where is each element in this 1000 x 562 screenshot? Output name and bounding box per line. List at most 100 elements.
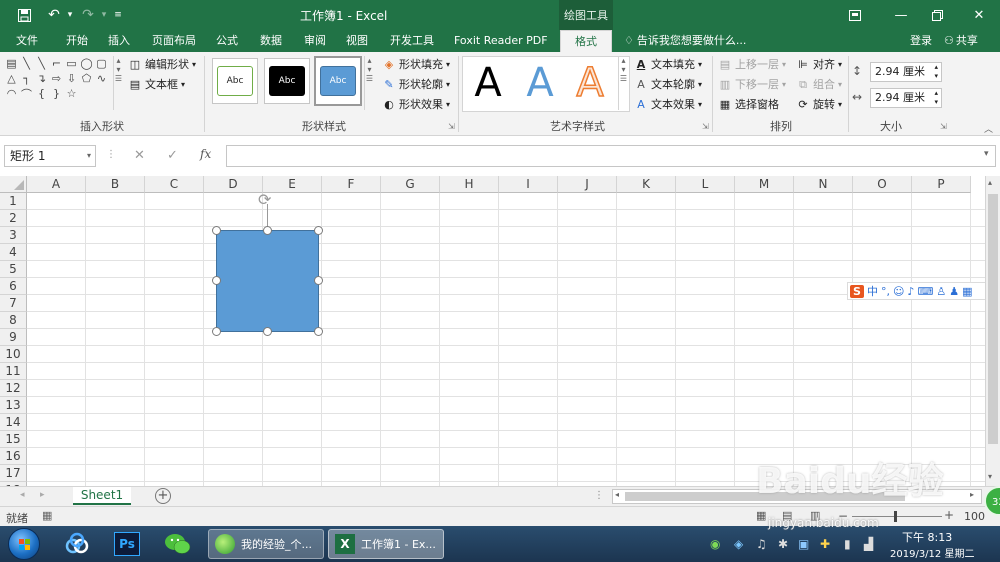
microphone-icon[interactable]: ♪ <box>907 285 914 298</box>
formula-input[interactable] <box>226 145 996 167</box>
edit-shape-button[interactable]: ◫ 编辑形状 ▾ <box>128 56 196 74</box>
text-outline-button[interactable]: A 文本轮廓 ▾ <box>634 76 702 94</box>
ribbon-display-options-icon[interactable] <box>832 0 878 30</box>
resize-handle-top-right[interactable] <box>314 226 323 235</box>
oval-shape-icon[interactable]: ◯ <box>79 56 94 71</box>
curve-shape-icon[interactable]: ⌒ <box>19 86 34 101</box>
resize-handle-bottom[interactable] <box>263 327 272 336</box>
emoji-icon[interactable]: ☺ <box>893 285 904 298</box>
tab-home[interactable]: 开始 <box>62 30 92 52</box>
rectangle-shape[interactable] <box>216 230 319 332</box>
column-header[interactable]: H <box>440 176 499 193</box>
resize-handle-right[interactable] <box>314 276 323 285</box>
zoom-in-icon[interactable]: + <box>944 508 954 522</box>
rotate-button[interactable]: ⟳ 旋转 ▾ <box>796 96 842 114</box>
scroll-down-icon[interactable]: ▾ <box>988 472 992 481</box>
zoom-slider-thumb[interactable] <box>894 511 897 522</box>
dialog-launcher-icon[interactable]: ⇲ <box>448 122 455 131</box>
row-header[interactable]: 3 <box>0 227 27 244</box>
column-header[interactable]: K <box>617 176 676 193</box>
tray-security-icon[interactable]: ✚ <box>820 537 830 551</box>
macro-record-icon[interactable]: ▦ <box>42 509 52 522</box>
wechat-icon[interactable] <box>162 530 194 558</box>
pentagon-shape-icon[interactable]: ⬠ <box>79 71 94 86</box>
tab-file[interactable]: 文件 <box>12 30 42 52</box>
line-shape-icon[interactable]: ╲ <box>19 56 34 71</box>
resize-handle-top-left[interactable] <box>212 226 221 235</box>
resize-handle-top[interactable] <box>263 226 272 235</box>
row-header[interactable]: 15 <box>0 431 27 448</box>
row-header[interactable]: 14 <box>0 414 27 431</box>
column-header[interactable]: M <box>735 176 794 193</box>
shape-style-black[interactable]: Abc <box>264 58 310 104</box>
shape-outline-button[interactable]: ✎ 形状轮廓 ▾ <box>382 76 450 94</box>
scroll-right-icon[interactable]: ▸ <box>970 490 974 499</box>
elbow-arrow-icon[interactable]: ↴ <box>34 71 49 86</box>
chevron-down-icon[interactable]: ▾ <box>87 146 91 166</box>
tab-review[interactable]: 审阅 <box>300 30 330 52</box>
shape-fill-button[interactable]: ◈ 形状填充 ▾ <box>382 56 450 74</box>
connector-icon[interactable]: ⌐ <box>49 56 64 71</box>
tray-signal-icon[interactable]: ▟ <box>864 537 873 551</box>
tray-volume-icon[interactable]: ♫ <box>756 537 767 551</box>
rectangle-shape-icon[interactable]: ▭ <box>64 56 79 71</box>
column-header[interactable]: C <box>145 176 204 193</box>
column-header[interactable]: D <box>204 176 263 193</box>
spinner-icon[interactable]: ▴ ▾ <box>934 89 938 107</box>
tab-view[interactable]: 视图 <box>342 30 372 52</box>
shape-height-input[interactable]: 2.94 厘米 ▴ ▾ <box>870 62 942 82</box>
resize-handle-left[interactable] <box>212 276 221 285</box>
rotate-handle-icon[interactable]: ⟳ <box>258 192 271 208</box>
save-icon[interactable] <box>14 5 34 25</box>
user-icon[interactable]: ♙ <box>936 285 946 298</box>
shapes-gallery[interactable]: ▤ ╲ ╲ ⌐ ▭ ◯ ▢ △ ┐ ↴ ⇨ ⇩ ⬠ ∿ ◠ ⌒ { } ☆ <box>4 56 122 112</box>
confirm-entry-icon[interactable]: ✓ <box>167 148 178 163</box>
taskbar-app-icon[interactable] <box>62 530 92 558</box>
row-header[interactable]: 13 <box>0 397 27 414</box>
tab-foxit-reader-pdf[interactable]: Foxit Reader PDF <box>450 30 552 52</box>
scroll-up-icon[interactable]: ▴ <box>988 178 992 187</box>
row-header[interactable]: 6 <box>0 278 27 295</box>
start-button[interactable] <box>8 528 40 560</box>
select-all-corner[interactable] <box>0 176 27 193</box>
column-header[interactable]: A <box>27 176 86 193</box>
brace-left-shape-icon[interactable]: { <box>34 86 49 101</box>
taskbar-excel-window[interactable]: X 工作簿1 - Ex... <box>328 529 444 559</box>
dialog-launcher-icon[interactable]: ⇲ <box>940 122 947 131</box>
login-button[interactable]: 登录 <box>906 30 936 52</box>
scribble-shape-icon[interactable]: ∿ <box>94 71 109 86</box>
tell-me-search[interactable]: ♢ 告诉我您想要做什么... <box>620 30 750 52</box>
textbox-shape-icon[interactable]: ▤ <box>4 56 19 71</box>
prev-sheet-icon[interactable]: ◂ <box>20 490 25 500</box>
row-header[interactable]: 12 <box>0 380 27 397</box>
tab-format[interactable]: 格式 <box>560 30 612 52</box>
tab-insert[interactable]: 插入 <box>104 30 134 52</box>
row-header[interactable]: 2 <box>0 210 27 227</box>
tray-bluetooth-icon[interactable]: ✱ <box>778 537 788 551</box>
spreadsheet-grid[interactable]: ABCDEFGHIJKLMNOP 1 2 3 4 5 6 7 8 9 10 11 12 13 14 15 16… <box>0 176 985 486</box>
next-sheet-icon[interactable]: ▸ <box>40 490 45 500</box>
expand-formula-bar-icon[interactable]: ▾ <box>984 149 989 159</box>
taskbar-time[interactable]: 下午 8:13 <box>902 529 952 545</box>
column-header[interactable]: N <box>794 176 853 193</box>
text-box-button[interactable]: ▤ 文本框 ▾ <box>128 76 185 94</box>
bring-forward-button[interactable]: ▤ 上移一层 ▾ <box>718 56 786 74</box>
ime-toolbar[interactable]: S 中 °, ☺ ♪ ⌨ ♙ ♟ ▦ <box>847 282 1000 300</box>
down-arrow-shape-icon[interactable]: ⇩ <box>64 71 79 86</box>
right-arrow-shape-icon[interactable]: ⇨ <box>49 71 64 86</box>
taskbar-browser-window[interactable]: 我的经验_个... <box>208 529 324 559</box>
rounded-rect-shape-icon[interactable]: ▢ <box>94 56 109 71</box>
send-backward-button[interactable]: ▥ 下移一层 ▾ <box>718 76 786 94</box>
column-header[interactable]: I <box>499 176 558 193</box>
group-button[interactable]: ⧉ 组合 ▾ <box>796 76 842 94</box>
shapes-gallery-scroll[interactable]: ▴ ▾ ☰ <box>113 56 123 110</box>
line-shape-icon[interactable]: ╲ <box>34 56 49 71</box>
star-shape-icon[interactable]: ☆ <box>64 86 79 101</box>
row-header[interactable]: 5 <box>0 261 27 278</box>
wordart-scroll[interactable]: ▴ ▾ ☰ <box>618 56 628 110</box>
column-header[interactable]: G <box>381 176 440 193</box>
tray-360-icon[interactable]: ◉ <box>710 537 720 551</box>
undo-dropdown-icon[interactable]: ▾ <box>60 5 80 25</box>
column-header[interactable]: E <box>263 176 322 193</box>
taskbar-date[interactable]: 2019/3/12 星期二 <box>890 545 974 560</box>
